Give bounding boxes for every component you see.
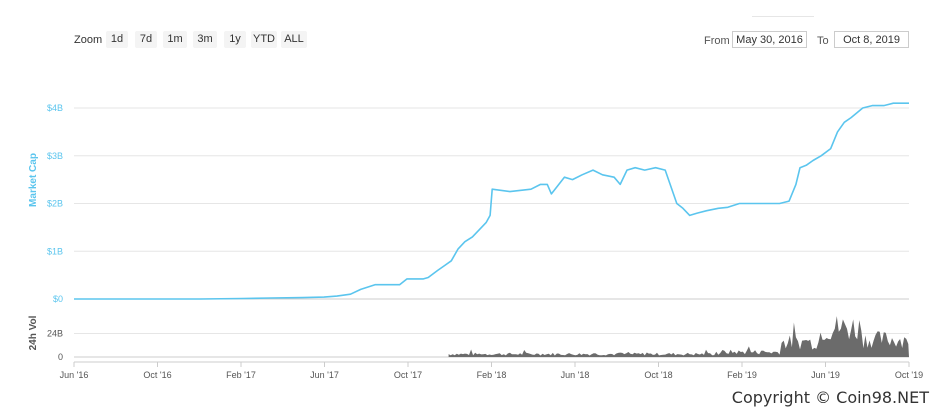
y-tick-label: $3B xyxy=(47,151,63,161)
x-tick-label: Oct '19 xyxy=(895,370,923,380)
market-cap-line xyxy=(74,102,909,300)
volume-axis-title: 24h Vol xyxy=(28,315,39,350)
x-tick-label: Jun '16 xyxy=(60,370,89,380)
x-tick-label: Feb '19 xyxy=(727,370,757,380)
volume-area xyxy=(448,316,909,357)
x-tick-label: Jun '17 xyxy=(310,370,339,380)
copyright-text: Copyright © Coin98.NET xyxy=(731,388,929,407)
x-tick-label: Jun '18 xyxy=(561,370,590,380)
y-tick-label: $1B xyxy=(47,246,63,256)
x-tick-label: Oct '18 xyxy=(644,370,672,380)
y-tick-label: $2B xyxy=(47,199,63,209)
y-tick-label: $0 xyxy=(53,294,63,304)
x-tick-label: Feb '18 xyxy=(477,370,507,380)
y-tick-label: $4B xyxy=(47,103,63,113)
x-tick-label: Oct '16 xyxy=(143,370,171,380)
x-tick-label: Jun '19 xyxy=(811,370,840,380)
market-cap-chart: $0 $1B $2B $3B $4B Market Cap 0 24B 24h Vol Jun '… xyxy=(28,102,923,380)
x-tick-label: Feb '17 xyxy=(226,370,256,380)
volume-tick-label: 24B xyxy=(47,329,63,339)
volume-tick-label: 0 xyxy=(58,352,63,362)
y-axis-title: Market Cap xyxy=(28,153,39,207)
x-tick-label: Oct '17 xyxy=(394,370,422,380)
